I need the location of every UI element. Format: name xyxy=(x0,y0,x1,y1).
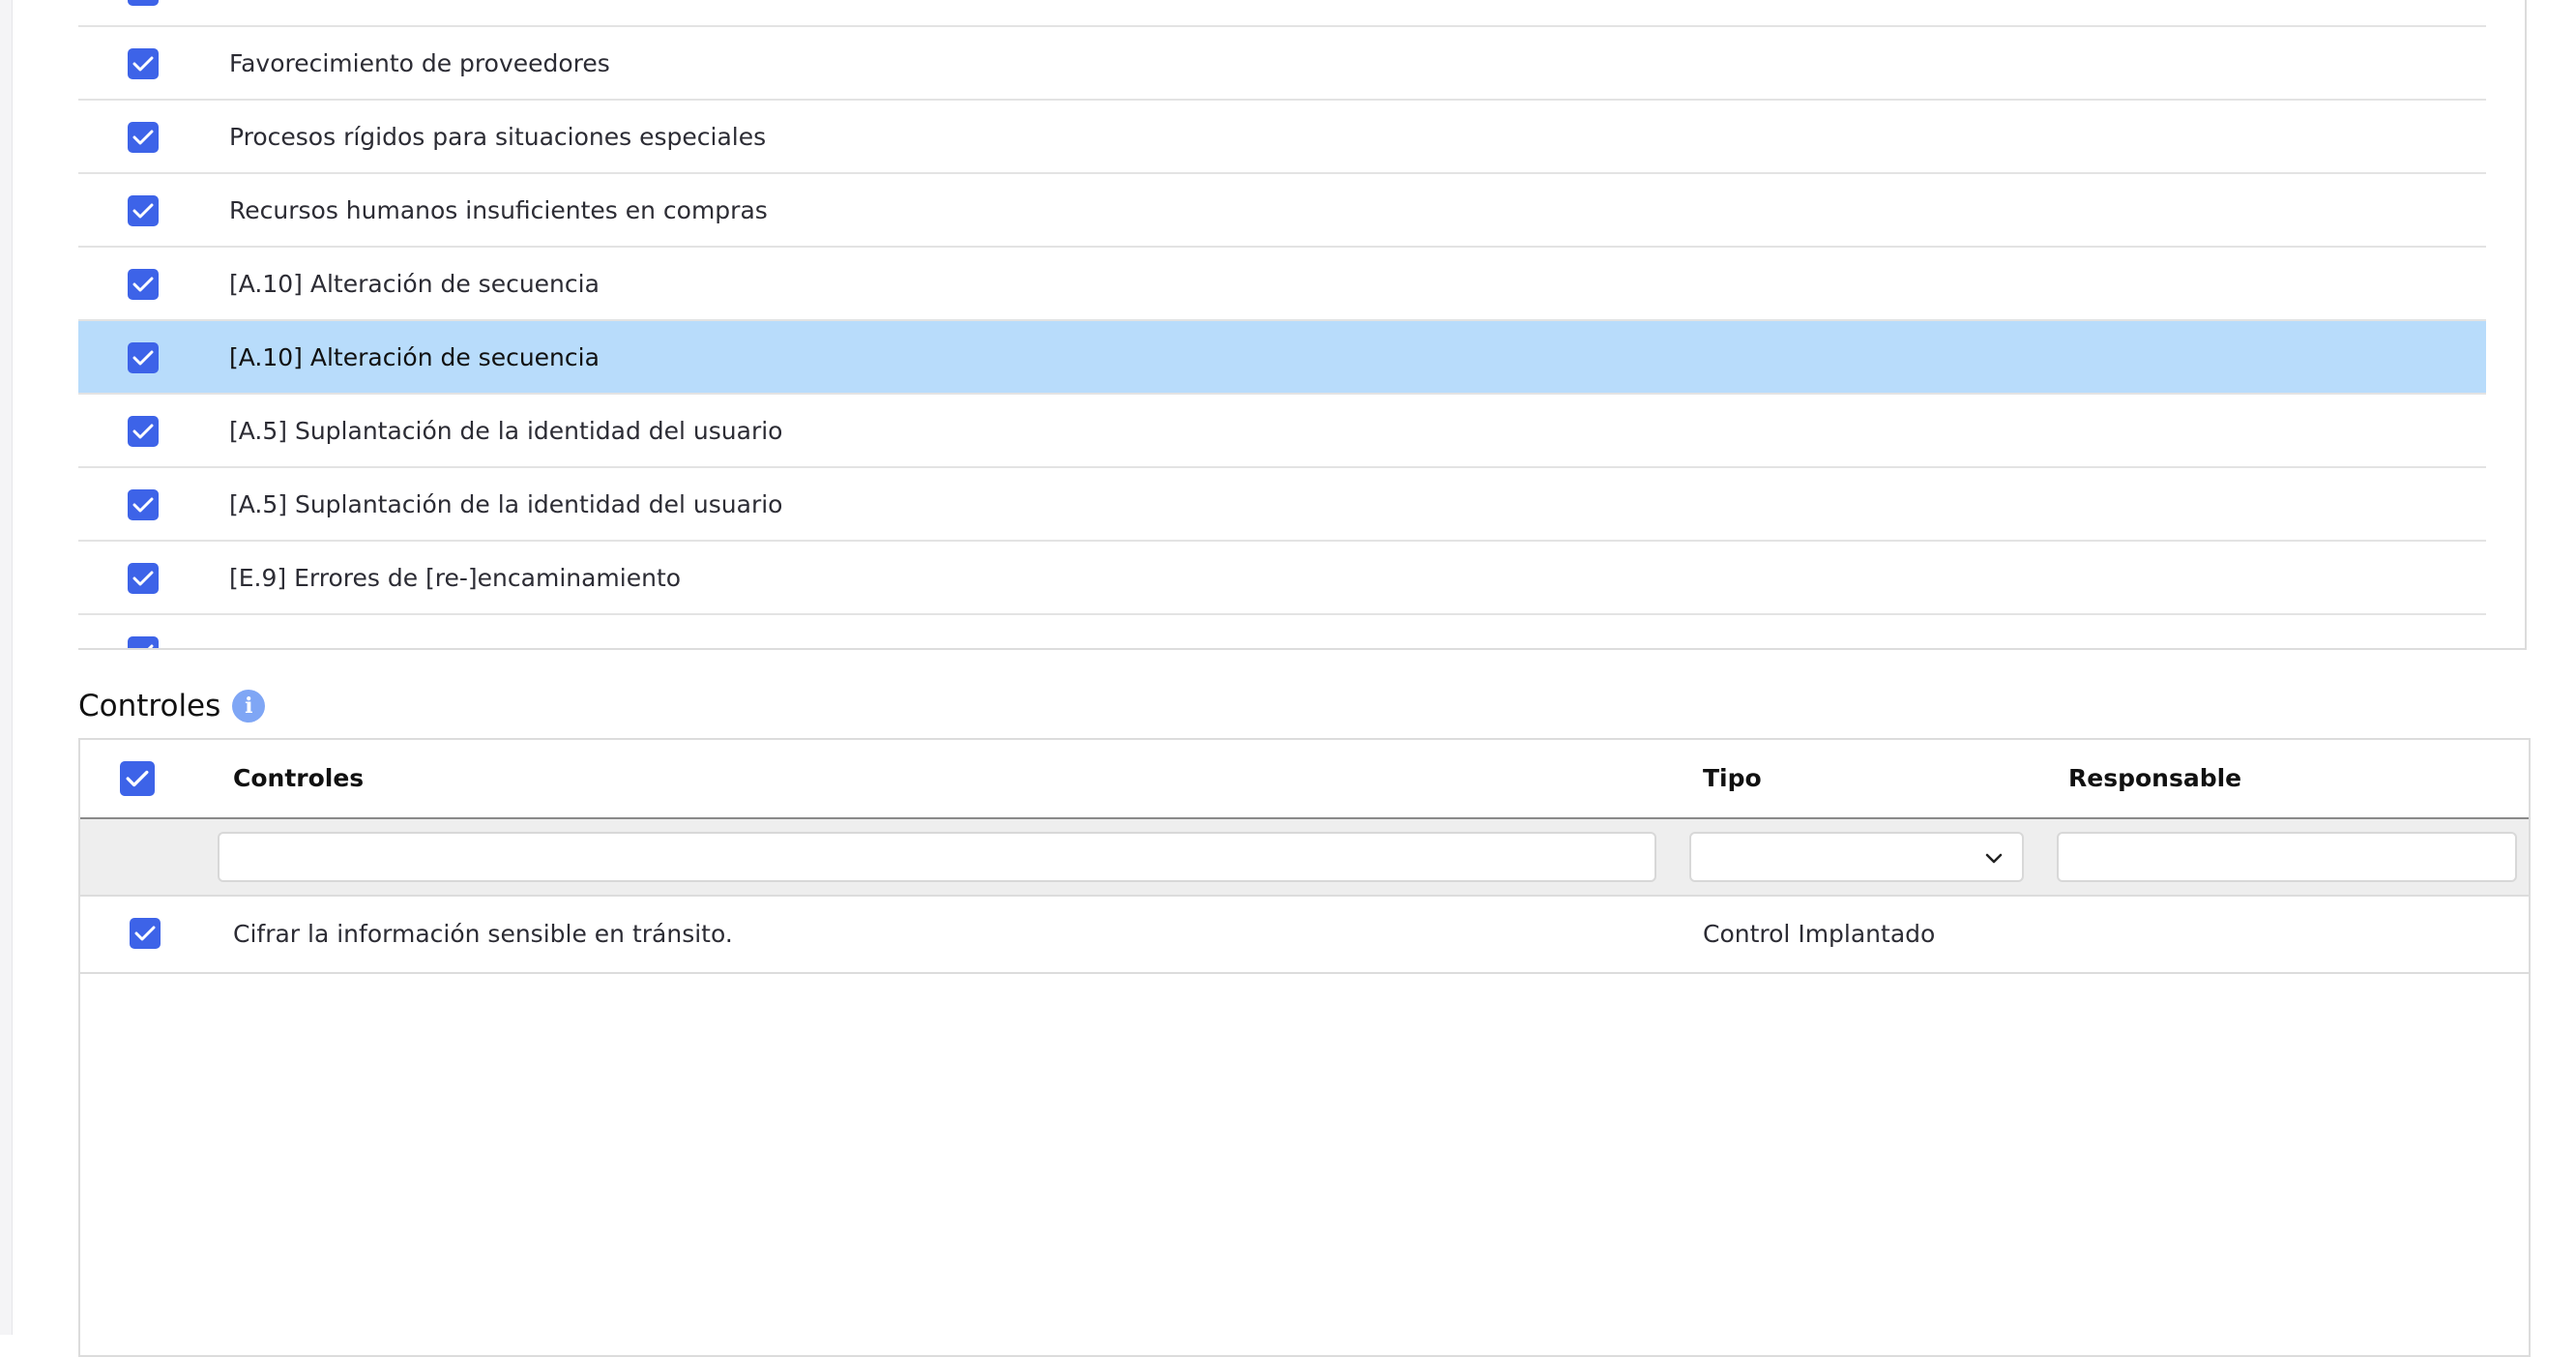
row-checkbox[interactable] xyxy=(128,48,159,79)
list-item[interactable] xyxy=(78,0,2486,27)
responsible-filter-input[interactable] xyxy=(2057,832,2517,882)
controls-table: Controles Tipo Responsable Cifrar la inf… xyxy=(78,738,2531,1357)
check-icon xyxy=(132,56,154,72)
list-item-label: Favorecimiento de proveedores xyxy=(229,49,610,77)
column-header-type[interactable]: Tipo xyxy=(1703,740,1762,817)
table-row[interactable]: Cifrar la información sensible en tránsi… xyxy=(80,897,2529,974)
list-item-label: [A.10] Alteración de secuencia xyxy=(229,343,600,371)
table-header: Controles Tipo Responsable xyxy=(80,740,2529,819)
row-checkbox[interactable] xyxy=(128,489,159,520)
list-item[interactable]: [E.9] Errores de [re-]encaminamiento xyxy=(78,542,2486,615)
type-filter-select[interactable] xyxy=(1689,832,2024,882)
info-icon[interactable]: i xyxy=(232,690,266,723)
list-item[interactable] xyxy=(78,615,2486,648)
check-icon xyxy=(147,644,154,648)
list-item-label: Procesos rígidos para situaciones especi… xyxy=(229,123,767,151)
list-item[interactable]: [A.10] Alteración de secuencia xyxy=(78,248,2486,321)
check-icon xyxy=(132,571,154,586)
row-checkbox[interactable] xyxy=(128,342,159,373)
list-item-selected[interactable]: [A.10] Alteración de secuencia xyxy=(78,321,2486,395)
list-item[interactable]: [A.5] Suplantación de la identidad del u… xyxy=(78,468,2486,542)
list-item-label: [A.5] Suplantación de la identidad del u… xyxy=(229,490,783,518)
check-icon xyxy=(132,277,154,292)
check-icon xyxy=(132,497,154,513)
row-checkbox[interactable] xyxy=(128,416,159,447)
check-icon xyxy=(126,770,149,787)
list-item[interactable]: Favorecimiento de proveedores xyxy=(78,27,2486,101)
row-checkbox[interactable] xyxy=(128,122,159,153)
controls-filter-input[interactable] xyxy=(218,832,1656,882)
check-icon xyxy=(132,203,154,219)
section-title: Controles xyxy=(78,689,221,723)
chevron-down-icon xyxy=(1985,853,2003,864)
list-item[interactable]: Recursos humanos insuficientes en compra… xyxy=(78,174,2486,248)
list-item[interactable]: [A.5] Suplantación de la identidad del u… xyxy=(78,395,2486,468)
row-checkbox[interactable] xyxy=(128,636,159,648)
column-header-controls[interactable]: Controles xyxy=(233,740,364,817)
list-item-label: [A.10] Alteración de secuencia xyxy=(229,270,600,298)
control-cell: Cifrar la información sensible en tránsi… xyxy=(233,920,733,948)
row-checkbox[interactable] xyxy=(128,269,159,300)
list-item[interactable]: Procesos rígidos para situaciones especi… xyxy=(78,101,2486,174)
threat-list-panel[interactable]: Favorecimiento de proveedores Procesos r… xyxy=(78,0,2527,650)
select-all-checkbox[interactable] xyxy=(120,761,155,796)
controls-section-header: Controles i xyxy=(78,687,266,725)
threat-list: Favorecimiento de proveedores Procesos r… xyxy=(78,0,2486,648)
list-item-label: [E.9] Errores de [re-]encaminamiento xyxy=(229,564,682,592)
check-icon xyxy=(132,350,154,366)
left-rail xyxy=(0,0,13,1335)
check-icon xyxy=(134,926,156,941)
check-icon xyxy=(132,424,154,439)
list-item-label: Recursos humanos insuficientes en compra… xyxy=(229,196,768,224)
row-checkbox[interactable] xyxy=(130,918,161,949)
column-header-responsible[interactable]: Responsable xyxy=(2068,740,2241,817)
type-cell: Control Implantado xyxy=(1703,920,1936,948)
row-checkbox[interactable] xyxy=(128,195,159,226)
row-checkbox[interactable] xyxy=(128,563,159,594)
list-item-label: [A.5] Suplantación de la identidad del u… xyxy=(229,417,783,445)
check-icon xyxy=(132,130,154,145)
row-checkbox[interactable] xyxy=(128,0,159,6)
filter-row xyxy=(80,819,2529,897)
